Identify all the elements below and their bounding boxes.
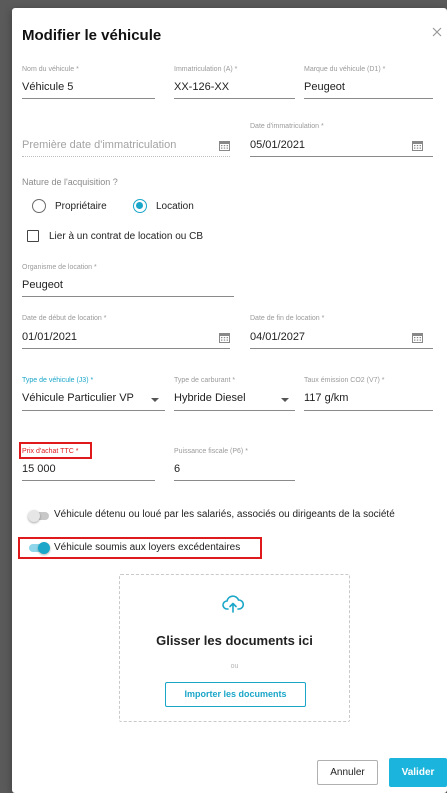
edit-vehicle-dialog: Modifier le véhicule Nom du véhicule * V… [12, 8, 447, 793]
dropzone-or: ou [230, 663, 239, 670]
co2-underline [304, 410, 433, 411]
rental-start-date-value[interactable]: 01/01/2021 [22, 331, 77, 343]
toggle-knob [38, 542, 50, 554]
vehicle-name-label: Nom du véhicule * [22, 66, 79, 73]
rental-start-date-field[interactable]: Date de début de location * 01/01/2021 [22, 315, 230, 355]
fuel-type-select[interactable]: Type de carburant * Hybride Diesel [174, 377, 295, 413]
purchase-price-value[interactable]: 15 000 [22, 463, 56, 475]
acquisition-label: Nature de l'acquisition ? [22, 177, 118, 187]
radio-owner-label[interactable]: Propriétaire [55, 201, 107, 212]
vehicle-type-underline [22, 410, 165, 411]
vehicle-name-field[interactable]: Nom du véhicule * Véhicule 5 [22, 66, 155, 100]
fiscal-power-field[interactable]: Puissance fiscale (P6) * 6 [174, 448, 295, 482]
rental-company-underline [22, 296, 234, 297]
rental-end-date-underline [250, 348, 433, 349]
registration-field[interactable]: Immatriculation (A) * XX-126-XX [174, 66, 295, 100]
brand-field[interactable]: Marque du véhicule (D1) * Peugeot [304, 66, 433, 100]
rental-company-field[interactable]: Organisme de location * Peugeot [22, 264, 234, 298]
registration-date-label: Date d'immatriculation * [250, 123, 324, 130]
cloud-upload-icon [222, 595, 244, 613]
co2-label: Taux émission CO2 (V7) * [304, 377, 385, 384]
purchase-price-underline [22, 480, 155, 481]
vehicle-type-select[interactable]: Type de véhicule (J3) * Véhicule Particu… [22, 377, 165, 413]
fiscal-power-underline [174, 480, 295, 481]
rental-company-value[interactable]: Peugeot [22, 279, 63, 291]
import-documents-button[interactable]: Importer les documents [165, 682, 306, 707]
toggle-knob [28, 510, 40, 522]
calendar-icon[interactable] [412, 140, 423, 151]
registration-date-value[interactable]: 05/01/2021 [250, 139, 305, 151]
registration-value[interactable]: XX-126-XX [174, 81, 229, 93]
brand-underline [304, 98, 433, 99]
close-icon[interactable] [430, 25, 444, 39]
brand-value[interactable]: Peugeot [304, 81, 345, 93]
fiscal-power-label: Puissance fiscale (P6) * [174, 448, 248, 455]
validate-button[interactable]: Valider [389, 758, 447, 787]
vehicle-type-value[interactable]: Véhicule Particulier VP [22, 392, 134, 404]
fuel-type-label: Type de carburant * [174, 377, 236, 384]
vehicle-name-value[interactable]: Véhicule 5 [22, 81, 73, 93]
dialog-title: Modifier le véhicule [22, 27, 162, 44]
vehicle-type-label: Type de véhicule (J3) * [22, 377, 94, 384]
brand-label: Marque du véhicule (D1) * [304, 66, 386, 73]
chevron-down-icon[interactable] [281, 398, 289, 402]
rental-end-date-value[interactable]: 04/01/2027 [250, 331, 305, 343]
rental-end-date-field[interactable]: Date de fin de location * 04/01/2027 [250, 315, 433, 355]
chevron-down-icon[interactable] [151, 398, 159, 402]
vehicle-name-underline [22, 98, 155, 99]
price-label-highlight [19, 442, 92, 459]
fuel-type-underline [174, 410, 295, 411]
rental-company-label: Organisme de location * [22, 264, 97, 271]
registration-underline [174, 98, 295, 99]
dropzone-title: Glisser les documents ici [156, 633, 313, 648]
co2-field[interactable]: Taux émission CO2 (V7) * 117 g/km [304, 377, 433, 413]
fuel-type-value[interactable]: Hybride Diesel [174, 392, 246, 404]
radio-rental[interactable] [133, 199, 147, 213]
held-by-employees-toggle[interactable] [28, 510, 49, 522]
link-contract-label[interactable]: Lier à un contrat de location ou CB [49, 231, 203, 242]
first-registration-date-field[interactable]: Première date d'immatriculation [22, 123, 230, 167]
rental-start-date-label: Date de début de location * [22, 315, 107, 322]
rental-end-date-label: Date de fin de location * [250, 315, 325, 322]
rental-start-date-underline [22, 348, 230, 349]
radio-rental-label[interactable]: Location [156, 201, 194, 212]
registration-label: Immatriculation (A) * [174, 66, 238, 73]
calendar-icon[interactable] [412, 332, 423, 343]
excess-rent-toggle[interactable] [29, 542, 50, 554]
cancel-button[interactable]: Annuler [317, 760, 378, 785]
document-dropzone[interactable]: Glisser les documents ici ou Importer le… [119, 574, 350, 722]
fiscal-power-value[interactable]: 6 [174, 463, 180, 475]
registration-date-field[interactable]: Date d'immatriculation * 05/01/2021 [250, 123, 433, 167]
registration-date-underline [250, 156, 433, 157]
calendar-icon[interactable] [219, 140, 230, 151]
calendar-icon[interactable] [219, 332, 230, 343]
co2-value[interactable]: 117 g/km [304, 392, 348, 404]
excess-rent-label: Véhicule soumis aux loyers excédentaires [54, 542, 241, 553]
first-registration-date-placeholder[interactable]: Première date d'immatriculation [22, 139, 176, 151]
link-contract-checkbox[interactable] [27, 230, 39, 242]
first-registration-date-underline [22, 156, 230, 157]
held-by-employees-label: Véhicule détenu ou loué par les salariés… [54, 509, 395, 520]
radio-owner[interactable] [32, 199, 46, 213]
